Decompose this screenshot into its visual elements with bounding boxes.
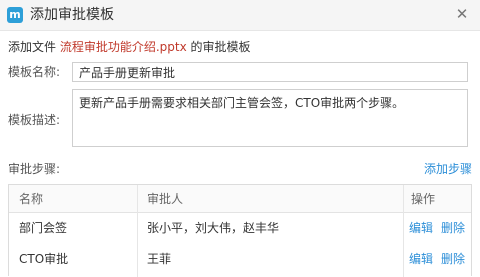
close-icon[interactable]: ✕ — [452, 4, 472, 24]
template-desc-textarea[interactable]: 更新产品手册需要求相关部门主管会签，CTO审批两个步骤。 — [72, 89, 468, 147]
step-approvers: 张小平，刘大伟，赵丰华 — [147, 221, 280, 235]
steps-table: 名称 审批人 操作 部门会签 张小平，刘大伟，赵丰华 编辑 删除 CTO审批 王… — [8, 184, 472, 277]
table-header: 名称 审批人 操作 — [9, 185, 471, 213]
column-header-actions: 操作 — [411, 192, 436, 206]
table-row: 部门会签 张小平，刘大伟，赵丰华 编辑 删除 — [9, 212, 471, 243]
steps-label: 审批步骤: — [8, 162, 61, 176]
dialog-titlebar: m 添加审批模板 ✕ — [0, 0, 480, 31]
table-row: CTO审批 王菲 编辑 删除 — [9, 243, 471, 274]
column-header-approver: 审批人 — [147, 192, 184, 206]
add-step-link[interactable]: 添加步骤 — [424, 161, 472, 177]
subtitle-suffix: 的审批模板 — [186, 40, 251, 54]
step-name: CTO审批 — [19, 252, 69, 266]
delete-step-button[interactable]: 删除 — [441, 220, 465, 236]
template-desc-label: 模板描述: — [8, 113, 61, 127]
template-subtitle: 添加文件 流程审批功能介绍.pptx 的审批模板 — [8, 39, 251, 55]
edit-step-button[interactable]: 编辑 — [409, 220, 433, 236]
file-name: 流程审批功能介绍.pptx — [59, 40, 187, 54]
app-logo-icon: m — [7, 7, 23, 23]
subtitle-prefix: 添加文件 — [8, 40, 60, 54]
edit-step-button[interactable]: 编辑 — [409, 251, 433, 267]
step-approvers: 王菲 — [147, 252, 172, 266]
column-header-name: 名称 — [19, 192, 44, 206]
template-name-label: 模板名称: — [8, 65, 61, 79]
delete-step-button[interactable]: 删除 — [441, 251, 465, 267]
template-name-input[interactable] — [72, 62, 468, 82]
step-name: 部门会签 — [19, 221, 68, 235]
dialog-title: 添加审批模板 — [30, 7, 114, 23]
